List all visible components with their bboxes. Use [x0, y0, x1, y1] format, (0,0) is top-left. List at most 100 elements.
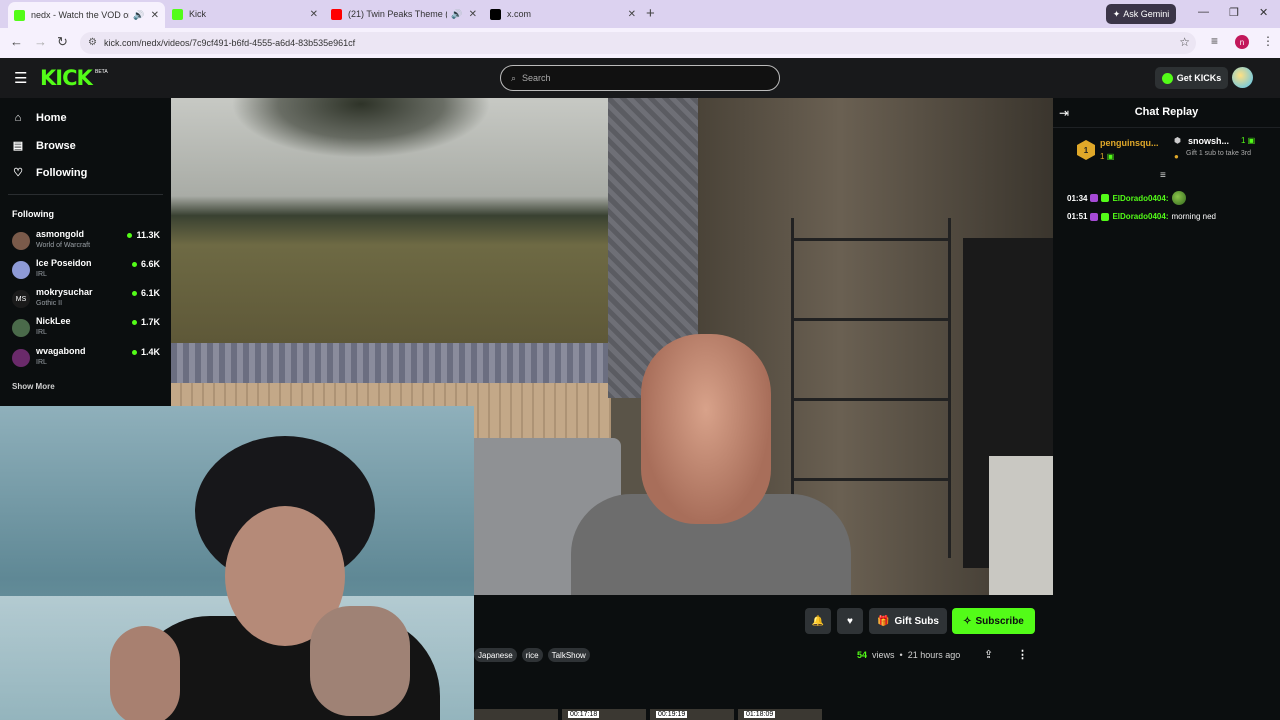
gift-subs-label: Gift Subs: [894, 615, 939, 627]
expand-handle-icon[interactable]: ≡: [1160, 170, 1166, 181]
tag-talkshow[interactable]: TalkShow: [547, 648, 590, 662]
tab-title: Kick: [189, 9, 207, 19]
reload-icon[interactable]: ↻: [57, 34, 68, 50]
search-input[interactable]: ⌕ Search: [500, 65, 780, 91]
related-video-thumb[interactable]: 00:17:18: [562, 709, 646, 720]
channel-nicklee[interactable]: NickLee IRL 1.7K: [12, 316, 160, 342]
gift-icon: ▣: [1106, 152, 1115, 161]
badge-icon: [1090, 212, 1099, 221]
message-username[interactable]: ElDorado0404:: [1112, 212, 1168, 221]
search-icon: ⌕: [511, 72, 517, 83]
tab-kick[interactable]: Kick ✕: [166, 3, 324, 25]
channel-name: asmongold: [36, 229, 85, 239]
tab-x[interactable]: x.com ✕: [484, 3, 642, 25]
speaker-icon[interactable]: 🔊: [451, 9, 462, 20]
pepe-emote-icon: [1171, 191, 1186, 205]
menu-kebab-icon[interactable]: ⋮: [1262, 34, 1274, 48]
tab-youtube[interactable]: (21) Twin Peaks Theme (Inst 🔊 ✕: [325, 3, 483, 25]
youtube-favicon-icon: [331, 8, 342, 20]
url-field[interactable]: ⚙ kick.com/nedx/videos/7c9cf491-b6fd-455…: [80, 32, 1196, 54]
maximize-icon[interactable]: ❐: [1229, 6, 1239, 19]
live-dot-icon: [131, 319, 137, 325]
site-info-icon[interactable]: ⚙: [88, 37, 97, 48]
message-username[interactable]: ElDorado0404:: [1112, 194, 1168, 203]
beta-label: BETA: [95, 69, 108, 75]
more-options-icon[interactable]: ⋮: [1017, 648, 1028, 661]
tag-japanese[interactable]: Japanese: [474, 648, 517, 662]
live-dot-icon: [127, 232, 133, 238]
sidebar-item-browse[interactable]: ▤ Browse: [12, 139, 76, 153]
kick-favicon-icon: [172, 8, 183, 20]
chat-message: 01:34 ElDorado0404:: [1067, 191, 1186, 205]
close-tab-icon[interactable]: ✕: [628, 9, 636, 20]
thumb-duration: 01:18:09: [744, 711, 776, 718]
message-time: 01:34: [1067, 193, 1088, 203]
bell-icon: 🔔: [811, 615, 825, 627]
notification-bell-button[interactable]: 🔔: [805, 608, 831, 634]
user-avatar[interactable]: [1232, 67, 1253, 88]
channel-name: mokrysuchar: [36, 287, 93, 297]
channel-name: Ice Poseidon: [36, 258, 92, 268]
close-tab-icon[interactable]: ✕: [151, 10, 159, 21]
close-tab-icon[interactable]: ✕: [310, 9, 318, 20]
message-text: morning ned: [1171, 212, 1216, 221]
live-dot-icon: [131, 290, 137, 296]
gift-subs-button[interactable]: 🎁 Gift Subs: [869, 608, 947, 634]
new-tab-icon[interactable]: +: [646, 5, 655, 22]
subscribe-button[interactable]: ✧ Subscribe: [952, 608, 1035, 634]
kick-logo[interactable]: KICK: [40, 66, 93, 90]
avatar: [12, 319, 30, 337]
sidebar-item-following[interactable]: ♡ Following: [12, 166, 87, 180]
video-stats: 54 views • 21 hours ago: [857, 650, 960, 660]
related-video-thumb[interactable]: 01:18:09: [738, 709, 822, 720]
chat-message: 01:51 ElDorado0404: morning ned: [1067, 212, 1216, 221]
channel-wvagabond[interactable]: wvagabond IRL 1.4K: [12, 346, 160, 372]
avatar: [12, 261, 30, 279]
divider: [8, 194, 163, 195]
follow-heart-button[interactable]: ♥: [837, 608, 863, 634]
speaker-icon[interactable]: 🔊: [133, 10, 144, 21]
rank-badge: 1: [1077, 140, 1095, 160]
gifter-count: 1 ▣: [1241, 136, 1256, 145]
browser-profile-avatar[interactable]: n: [1235, 35, 1249, 49]
share-icon[interactable]: ⇪: [984, 648, 993, 661]
channel-asmongold[interactable]: asmongold World of Warcraft 11.3K: [12, 229, 160, 255]
channel-name: wvagabond: [36, 346, 86, 356]
views-label: views: [872, 650, 895, 660]
bookmark-star-icon[interactable]: ☆: [1179, 35, 1190, 49]
gifter-name[interactable]: penguinsqu...: [1100, 138, 1159, 148]
close-tab-icon[interactable]: ✕: [469, 9, 477, 20]
channel-ice-poseidon[interactable]: Ice Poseidon IRL 6.6K: [12, 258, 160, 284]
close-window-icon[interactable]: ✕: [1259, 6, 1268, 19]
get-kicks-button[interactable]: Get KICKs: [1155, 67, 1228, 89]
channel-mokrysuchar[interactable]: MS mokrysuchar Gothic II 6.1K: [12, 287, 160, 313]
collapse-chat-icon[interactable]: ⇥: [1059, 106, 1069, 120]
minimize-icon[interactable]: —: [1198, 6, 1209, 18]
tab-nedx[interactable]: nedx - Watch the VOD on 🔊 ✕: [8, 2, 165, 28]
video-frame-streamer: [571, 334, 851, 595]
tag-rice[interactable]: rice: [521, 648, 543, 662]
chat-panel: Chat Replay ⇥ 1 penguinsqu... 1 ▣ ⬢ snow…: [1053, 98, 1280, 720]
sidebar-item-home[interactable]: ⌂ Home: [12, 112, 67, 124]
related-video-thumb[interactable]: [474, 709, 558, 720]
live-dot-icon: [131, 261, 137, 267]
media-control-icon[interactable]: ≡: [1211, 34, 1218, 48]
gifter-count: 1 ▣: [1100, 152, 1115, 161]
heart-icon: ♡: [13, 167, 23, 179]
back-icon[interactable]: ←: [10, 34, 23, 49]
heart-icon: ♥: [847, 615, 853, 627]
x-favicon-icon: [490, 8, 501, 20]
gift-icon: ●: [1174, 152, 1179, 161]
avatar: MS: [12, 290, 30, 308]
hamburger-menu-icon[interactable]: ☰: [14, 69, 27, 87]
forward-icon[interactable]: →: [34, 34, 47, 49]
show-more-link[interactable]: Show More: [12, 382, 55, 391]
chat-title: Chat Replay: [1134, 106, 1199, 118]
tag-list: Japanese rice TalkShow: [474, 648, 590, 662]
channel-category: IRL: [36, 359, 47, 366]
sidebar-item-label: Browse: [36, 139, 76, 152]
gifter-name[interactable]: snowsh...: [1188, 136, 1229, 146]
video-frame-wallpaper: [171, 343, 608, 383]
ask-gemini-button[interactable]: ✦ Ask Gemini: [1106, 4, 1176, 24]
related-video-thumb[interactable]: 00:19:19: [650, 709, 734, 720]
